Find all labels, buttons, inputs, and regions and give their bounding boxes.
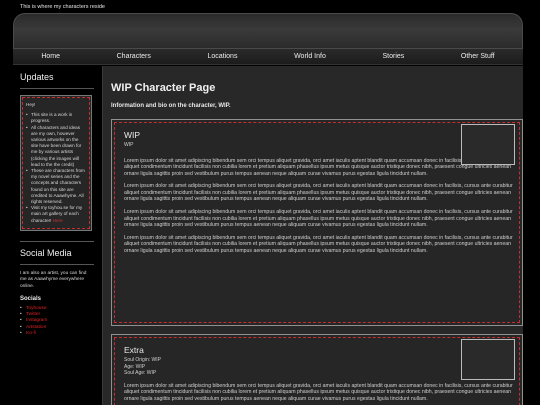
- notice-item: These are characters from my novel serie…: [26, 168, 86, 205]
- bio-paragraph: Lorem ipsum dolor sit amet adipiscing bi…: [124, 157, 513, 177]
- soul-age: Soul Age: WIP: [124, 370, 157, 376]
- nav-locations[interactable]: Locations: [199, 53, 245, 60]
- notice-item: Visit my toyhou.se for my main art galle…: [26, 205, 86, 224]
- extra-title: Extra: [124, 345, 144, 355]
- nav-stories[interactable]: Stories: [374, 53, 412, 60]
- character-card: WIP WIP Lorem ipsum dolor sit amet adipi…: [111, 119, 523, 326]
- divider: [20, 88, 94, 89]
- notice-item: This site is a work in progress.: [26, 112, 86, 124]
- header-banner: [13, 13, 523, 49]
- nav-characters[interactable]: Characters: [109, 53, 159, 60]
- main-content: WIP Character Page Information and bio o…: [102, 66, 523, 405]
- extra-image[interactable]: [461, 339, 515, 380]
- updates-heading: Updates: [20, 72, 54, 82]
- nav-world-info[interactable]: World Info: [286, 53, 334, 60]
- social-description: I am also an artist, you can find me as …: [20, 270, 87, 289]
- nav-home[interactable]: Home: [33, 53, 68, 60]
- kofi-link[interactable]: Ko-fi: [20, 331, 94, 337]
- nav-other-stuff[interactable]: Other Stuff: [453, 53, 503, 60]
- site-tagline: This is where my characters reside: [20, 4, 105, 10]
- notice-greeting: Hey!: [26, 102, 36, 107]
- extra-paragraph: Lorem ipsum dolor sit amet adipiscing bi…: [124, 382, 513, 402]
- page-subtitle: Information and bio on the character, WI…: [111, 103, 231, 109]
- bio-paragraph: Lorem ipsum dolor sit amet adipiscing bi…: [124, 234, 513, 255]
- extra-card: Extra Soul Origin: WIP Age: WIP Soul Age…: [111, 334, 523, 405]
- card-subtitle: WIP: [124, 142, 134, 148]
- card-title: WIP: [124, 130, 141, 140]
- bio-paragraph: Lorem ipsum dolor sit amet adipiscing bi…: [124, 183, 513, 203]
- notice-item: All characters and ideas are my own, how…: [26, 125, 86, 168]
- sidebar: Updates Hey! This site is a work in prog…: [20, 72, 94, 337]
- character-image[interactable]: [461, 124, 515, 165]
- notice-here-link[interactable]: Here: [53, 218, 63, 223]
- divider: [20, 240, 94, 242]
- social-links: Toyhouse Twitter Instagram Artstation Ko…: [20, 306, 94, 337]
- notice-list: This site is a work in progress. All cha…: [26, 112, 86, 224]
- bio-paragraph: Lorem ipsum dolor sit amet adipiscing bi…: [124, 209, 513, 229]
- page-title: WIP Character Page: [111, 82, 216, 94]
- notice-box: Hey! This site is a work in progress. Al…: [20, 95, 92, 231]
- main-nav: Home Characters Locations World Info Sto…: [13, 49, 523, 65]
- divider: [20, 263, 94, 265]
- socials-label: Socials: [20, 296, 42, 303]
- social-media-heading: Social Media: [20, 247, 72, 258]
